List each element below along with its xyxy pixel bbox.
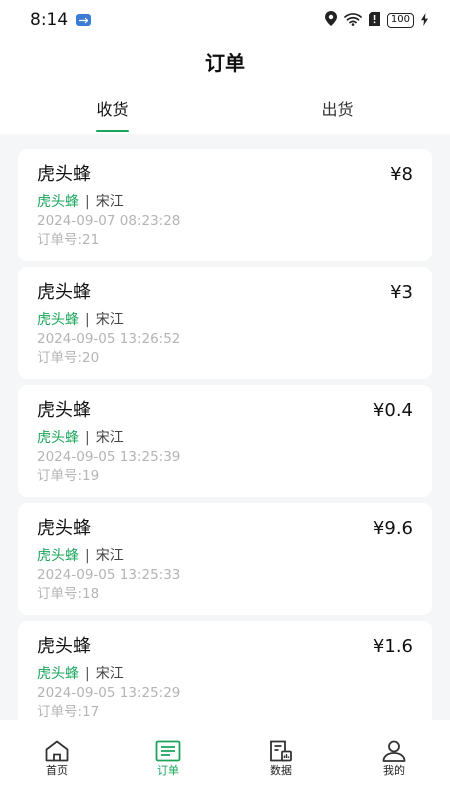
order-separator: |: [85, 194, 90, 210]
order-price: ¥3: [390, 282, 413, 303]
wifi-icon: [344, 11, 362, 30]
order-time: 2024-09-05 13:25:33: [37, 567, 181, 583]
tab-receive[interactable]: 收货: [0, 98, 225, 122]
order-title: 虎头蜂: [37, 518, 91, 539]
order-title: 虎头蜂: [37, 400, 91, 421]
order-number: 订单号:17: [37, 704, 100, 720]
order-price: ¥1.6: [372, 636, 413, 657]
order-merchant: 虎头蜂: [37, 194, 79, 210]
order-card[interactable]: 虎头蜂 ¥1.6 虎头蜂 | 宋江 2024-09-05 13:25:29 订单…: [18, 621, 432, 720]
nav-label-home: 首页: [46, 764, 68, 777]
order-separator: |: [85, 666, 90, 682]
order-separator: |: [85, 548, 90, 564]
battery-indicator: 100: [386, 12, 414, 28]
status-right: 100: [324, 10, 428, 30]
order-meta: 虎头蜂 | 宋江: [37, 429, 124, 447]
data-report-icon: [268, 740, 294, 762]
status-time: 8:14: [30, 10, 69, 30]
order-person: 宋江: [95, 312, 124, 328]
order-card[interactable]: 虎头蜂 ¥0.4 虎头蜂 | 宋江 2024-09-05 13:25:39 订单…: [18, 385, 432, 497]
order-meta: 虎头蜂 | 宋江: [37, 311, 124, 329]
order-list[interactable]: 虎头蜂 ¥8 虎头蜂 | 宋江 2024-09-07 08:23:28 订单号:…: [0, 134, 450, 720]
status-left: 8:14: [30, 10, 92, 30]
order-person: 宋江: [95, 430, 124, 446]
order-merchant: 虎头蜂: [37, 548, 79, 564]
nav-label-data: 数据: [270, 764, 292, 777]
order-time: 2024-09-07 08:23:28: [37, 213, 181, 229]
order-number: 订单号:18: [37, 586, 100, 602]
nav-item-orders[interactable]: 订单: [138, 740, 198, 780]
order-price: ¥9.6: [372, 518, 413, 539]
order-person: 宋江: [95, 548, 124, 564]
order-time: 2024-09-05 13:25:39: [37, 449, 181, 465]
order-separator: |: [85, 312, 90, 328]
user-profile-icon: [381, 740, 407, 762]
order-title: 虎头蜂: [37, 282, 91, 303]
order-meta: 虎头蜂 | 宋江: [37, 665, 124, 683]
order-merchant: 虎头蜂: [37, 666, 79, 682]
page-header: 订单 收货 出货: [0, 40, 450, 134]
order-card[interactable]: 虎头蜂 ¥9.6 虎头蜂 | 宋江 2024-09-05 13:25:33 订单…: [18, 503, 432, 615]
active-tab-indicator: [96, 130, 129, 132]
order-person: 宋江: [95, 194, 124, 210]
sim-alert-icon: [368, 11, 380, 30]
order-price: ¥8: [390, 164, 413, 185]
location-icon: [324, 10, 337, 30]
nav-label-mine: 我的: [383, 764, 405, 777]
order-list-icon: [155, 740, 181, 762]
order-meta: 虎头蜂 | 宋江: [37, 193, 124, 211]
page-title: 订单: [205, 51, 245, 75]
usb-icon: [76, 14, 92, 26]
status-bar: 8:14 100: [0, 0, 450, 40]
nav-item-home[interactable]: 首页: [27, 740, 87, 780]
bottom-nav: 首页 订单 数据 我的: [0, 720, 450, 800]
order-time: 2024-09-05 13:26:52: [37, 331, 181, 347]
home-icon: [44, 740, 70, 762]
nav-item-mine[interactable]: 我的: [364, 740, 424, 780]
order-number: 订单号:19: [37, 468, 100, 484]
order-number: 订单号:21: [37, 232, 100, 248]
order-merchant: 虎头蜂: [37, 430, 79, 446]
nav-item-data[interactable]: 数据: [251, 740, 311, 780]
tab-ship[interactable]: 出货: [225, 98, 450, 122]
order-time: 2024-09-05 13:25:29: [37, 685, 181, 701]
order-number: 订单号:20: [37, 350, 100, 366]
order-price: ¥0.4: [372, 400, 413, 421]
order-title: 虎头蜂: [37, 164, 91, 185]
order-merchant: 虎头蜂: [37, 312, 79, 328]
order-title: 虎头蜂: [37, 636, 91, 657]
nav-label-orders: 订单: [157, 764, 179, 777]
order-meta: 虎头蜂 | 宋江: [37, 547, 124, 565]
order-card[interactable]: 虎头蜂 ¥3 虎头蜂 | 宋江 2024-09-05 13:26:52 订单号:…: [18, 267, 432, 379]
order-person: 宋江: [95, 666, 124, 682]
order-card[interactable]: 虎头蜂 ¥8 虎头蜂 | 宋江 2024-09-07 08:23:28 订单号:…: [18, 149, 432, 261]
order-separator: |: [85, 430, 90, 446]
charging-icon: [421, 11, 428, 30]
